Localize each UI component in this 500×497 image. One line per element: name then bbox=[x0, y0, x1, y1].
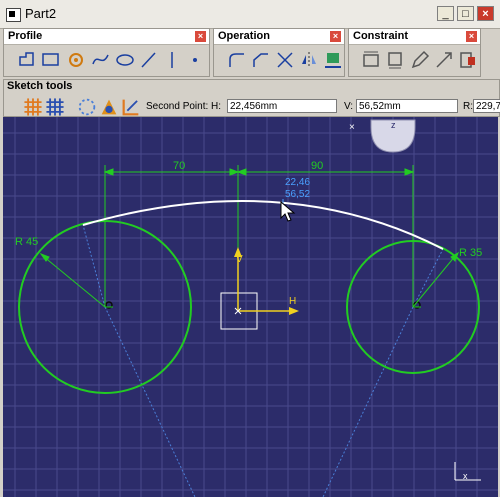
sketch-tools-header[interactable]: Sketch tools bbox=[4, 80, 498, 93]
radius-left-label[interactable]: R 45 bbox=[15, 236, 38, 248]
point-icon[interactable] bbox=[184, 49, 206, 71]
profile-icon[interactable] bbox=[16, 49, 38, 71]
minimize-button[interactable]: _ bbox=[437, 6, 454, 21]
second-point-h-label: Second Point: H: bbox=[146, 101, 222, 112]
sketch-grid bbox=[3, 117, 498, 497]
dimension-right-label[interactable]: 90 bbox=[311, 160, 323, 172]
dimension-left-label[interactable]: 70 bbox=[173, 160, 185, 172]
axis-v-label: V bbox=[236, 254, 243, 265]
tangent-arc[interactable] bbox=[82, 200, 444, 250]
pencil-constraint-icon[interactable] bbox=[409, 49, 431, 71]
spline-icon[interactable] bbox=[90, 49, 112, 71]
construction-lines bbox=[82, 224, 444, 497]
corner-icon[interactable] bbox=[226, 49, 248, 71]
grid-icon[interactable] bbox=[22, 96, 42, 116]
constraint-toolbar-title: Constraint bbox=[353, 30, 408, 42]
app-icon bbox=[6, 8, 21, 22]
constraint-dialog-icon[interactable] bbox=[361, 49, 383, 71]
operation-toolbar-title: Operation bbox=[218, 30, 270, 42]
sketch-tools-toolbar: Sketch tools Second Point: H: 22,456mm V… bbox=[3, 79, 500, 117]
mirror-icon[interactable] bbox=[298, 49, 320, 71]
v-value-field[interactable]: 56,52mm bbox=[356, 99, 458, 113]
close-button[interactable]: × bbox=[477, 6, 494, 21]
window-title: Part2 bbox=[25, 6, 57, 21]
radius-right-label[interactable]: R 35 bbox=[459, 247, 482, 259]
profile-toolbar: Profile × bbox=[3, 28, 210, 77]
profile-toolbar-close-icon[interactable]: × bbox=[195, 31, 206, 42]
trim-icon[interactable] bbox=[274, 49, 296, 71]
cursor-v-readout: 56,52 bbox=[285, 189, 310, 200]
axis-h-label: H bbox=[289, 296, 296, 307]
constraint-toolbar-close-icon[interactable]: × bbox=[466, 31, 477, 42]
animate-constraint-icon[interactable] bbox=[433, 49, 455, 71]
constraint-toolbar: Constraint × bbox=[348, 28, 481, 77]
circle-tool-icon[interactable] bbox=[66, 49, 88, 71]
profile-toolbar-header[interactable]: Profile × bbox=[4, 29, 209, 45]
cursor-h-readout: 22,46 bbox=[285, 177, 310, 188]
axis-icon[interactable] bbox=[161, 49, 183, 71]
line-icon[interactable] bbox=[138, 49, 160, 71]
constraint-icon[interactable] bbox=[385, 49, 407, 71]
constraint-toolbar-header[interactable]: Constraint × bbox=[349, 29, 480, 45]
project-3d-elements-icon[interactable] bbox=[322, 49, 344, 71]
corner-axis-label: x bbox=[463, 471, 468, 481]
maximize-button[interactable]: □ bbox=[457, 6, 474, 21]
ellipse-icon[interactable] bbox=[114, 49, 136, 71]
profile-toolbar-title: Profile bbox=[8, 30, 43, 42]
operation-toolbar: Operation × bbox=[213, 28, 345, 77]
v-label: V: bbox=[344, 101, 354, 112]
dimensional-constraints-icon[interactable] bbox=[120, 96, 139, 116]
construction-element-icon[interactable] bbox=[76, 96, 96, 116]
snap-to-point-icon[interactable] bbox=[44, 96, 64, 116]
rectangle-icon[interactable] bbox=[40, 49, 62, 71]
chamfer-icon[interactable] bbox=[250, 49, 272, 71]
h-value-field[interactable]: 22,456mm bbox=[227, 99, 337, 113]
r-label: R: bbox=[463, 101, 473, 112]
operation-toolbar-close-icon[interactable]: × bbox=[330, 31, 341, 42]
sketch-tools-title: Sketch tools bbox=[7, 80, 73, 92]
operation-toolbar-header[interactable]: Operation × bbox=[214, 29, 344, 45]
geometric-constraints-icon[interactable] bbox=[98, 96, 117, 115]
sketch-geometry: z × R 45 R 35 70 90 22,46 56,52 V H x bbox=[3, 117, 498, 497]
left-center-point[interactable] bbox=[105, 301, 113, 309]
compass-icon[interactable]: z bbox=[370, 119, 416, 153]
compass-label: z bbox=[391, 120, 396, 130]
edit-multi-constraint-icon[interactable] bbox=[457, 49, 479, 71]
deselect-marker: × bbox=[349, 122, 355, 133]
horizontal-dimensions[interactable] bbox=[103, 165, 415, 307]
r-value-field[interactable]: 229,72 bbox=[473, 99, 500, 113]
title-bar: Part2 _ □ × bbox=[0, 0, 500, 29]
sketch-canvas[interactable]: z × R 45 R 35 70 90 22,46 56,52 V H x bbox=[3, 117, 498, 497]
